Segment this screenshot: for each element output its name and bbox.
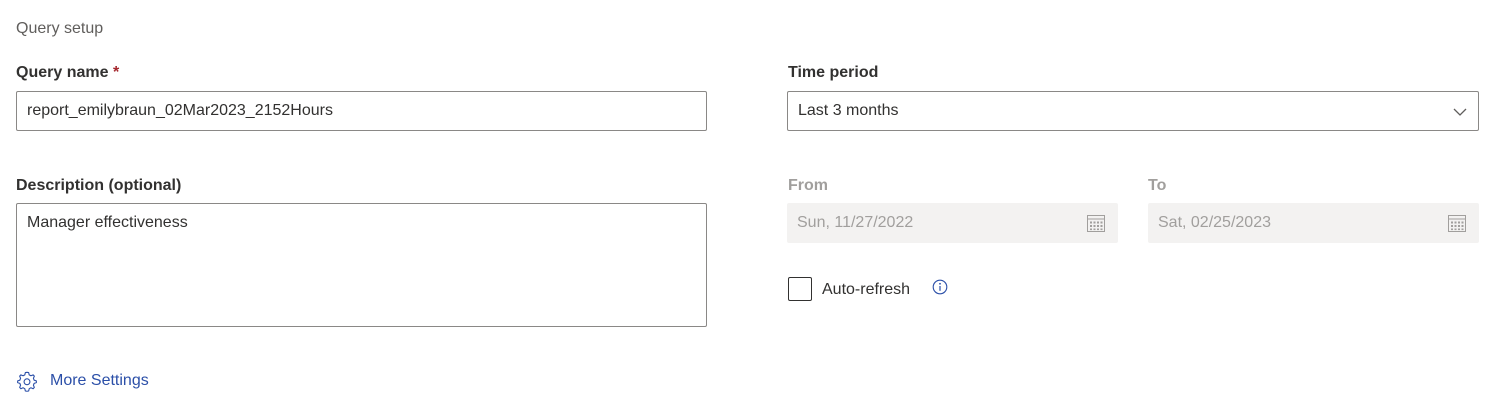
to-label: To [1148, 177, 1167, 194]
auto-refresh-label[interactable]: Auto-refresh [822, 281, 910, 299]
time-period-label: Time period [788, 64, 879, 81]
from-label: From [788, 177, 828, 194]
gear-icon [17, 371, 37, 392]
to-date-value: Sat, 02/25/2023 [1158, 214, 1271, 231]
required-marker: * [112, 64, 120, 81]
from-date-field[interactable]: Sun, 11/27/2022 [787, 203, 1118, 243]
query-name-label: Query name * [16, 64, 119, 82]
more-settings-label: More Settings [50, 372, 149, 389]
calendar-icon [1448, 215, 1466, 232]
to-date-field[interactable]: Sat, 02/25/2023 [1148, 203, 1479, 243]
time-period-dropdown[interactable]: Last 3 months [787, 91, 1479, 131]
query-name-input[interactable]: report_emilybraun_02Mar2023_2152Hours [16, 91, 707, 131]
info-icon[interactable] [932, 279, 948, 295]
calendar-icon [1087, 215, 1105, 232]
section-title: Query setup [16, 20, 104, 37]
query-name-label-text: Query name [16, 64, 109, 81]
chevron-down-icon [1453, 108, 1467, 116]
query-setup-panel: Query setup Query name * report_emilybra… [0, 0, 1504, 410]
description-input[interactable]: Manager effectiveness [16, 203, 707, 327]
more-settings-link[interactable]: More Settings [16, 370, 149, 392]
from-date-value: Sun, 11/27/2022 [797, 214, 914, 231]
description-label: Description (optional) [16, 177, 182, 194]
time-period-selected: Last 3 months [798, 102, 899, 119]
auto-refresh-checkbox[interactable] [788, 277, 812, 301]
